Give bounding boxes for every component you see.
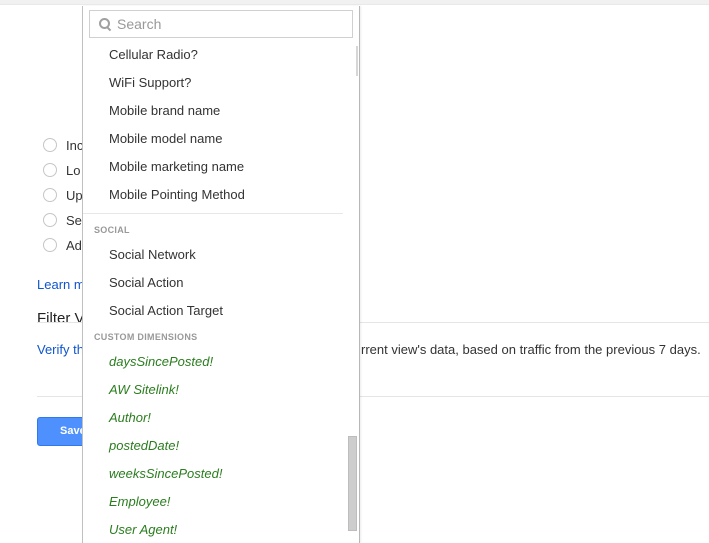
dropdown-item-custom[interactable]: weeksSincePosted!	[109, 464, 222, 484]
learn-more-link[interactable]: Learn m	[37, 277, 85, 292]
section-header-social: SOCIAL	[94, 225, 130, 235]
dimension-dropdown[interactable]: Cellular Radio? WiFi Support? Mobile bra…	[82, 6, 360, 543]
radio-option[interactable]: Ad	[43, 236, 82, 254]
radio-option[interactable]: Inc	[43, 136, 83, 154]
radio-label: Inc	[66, 137, 84, 153]
dropdown-item-custom[interactable]: postedDate!	[109, 436, 179, 456]
radio-option[interactable]: Lo	[43, 161, 80, 179]
search-box[interactable]	[89, 10, 353, 38]
radio-button[interactable]	[43, 238, 57, 252]
radio-button[interactable]	[43, 213, 57, 227]
dropdown-item[interactable]: Mobile model name	[109, 129, 222, 149]
filter-verification-title: Filter V	[37, 310, 85, 327]
radio-option[interactable]: Up	[43, 186, 83, 204]
radio-button[interactable]	[43, 188, 57, 202]
dropdown-item-custom[interactable]: User Agent!	[109, 520, 177, 540]
dropdown-item[interactable]: Mobile Pointing Method	[109, 185, 245, 205]
search-input[interactable]	[117, 16, 337, 32]
radio-label: Lo	[66, 162, 81, 178]
radio-label: Se	[66, 212, 82, 228]
dropdown-item[interactable]: Mobile brand name	[109, 101, 220, 121]
background-scroll-indicator	[356, 46, 358, 76]
scrollbar-thumb[interactable]	[348, 436, 357, 531]
search-icon	[98, 17, 112, 31]
dropdown-item[interactable]: Cellular Radio?	[109, 45, 198, 65]
dropdown-item[interactable]: Mobile marketing name	[109, 157, 244, 177]
dropdown-item[interactable]: Social Action Target	[109, 301, 223, 321]
dropdown-item[interactable]: WiFi Support?	[109, 73, 191, 93]
dropdown-item[interactable]: Social Action	[109, 273, 183, 293]
section-separator	[83, 213, 343, 214]
radio-button[interactable]	[43, 138, 57, 152]
verify-description: rrent view's data, based on traffic from…	[361, 342, 701, 357]
section-header-custom-dimensions: CUSTOM DIMENSIONS	[94, 332, 198, 342]
dropdown-item-custom[interactable]: AW Sitelink!	[109, 380, 179, 400]
dropdown-item[interactable]: Social Network	[109, 245, 196, 265]
radio-option[interactable]: Se	[43, 211, 82, 229]
radio-button[interactable]	[43, 163, 57, 177]
dropdown-item-custom[interactable]: Author!	[109, 408, 151, 428]
dropdown-item-custom[interactable]: daysSincePosted!	[109, 352, 213, 372]
dropdown-item-custom[interactable]: Employee!	[109, 492, 170, 512]
radio-label: Ad	[66, 237, 82, 253]
radio-label: Up	[66, 187, 83, 203]
verify-filter-link[interactable]: Verify th	[37, 342, 84, 357]
